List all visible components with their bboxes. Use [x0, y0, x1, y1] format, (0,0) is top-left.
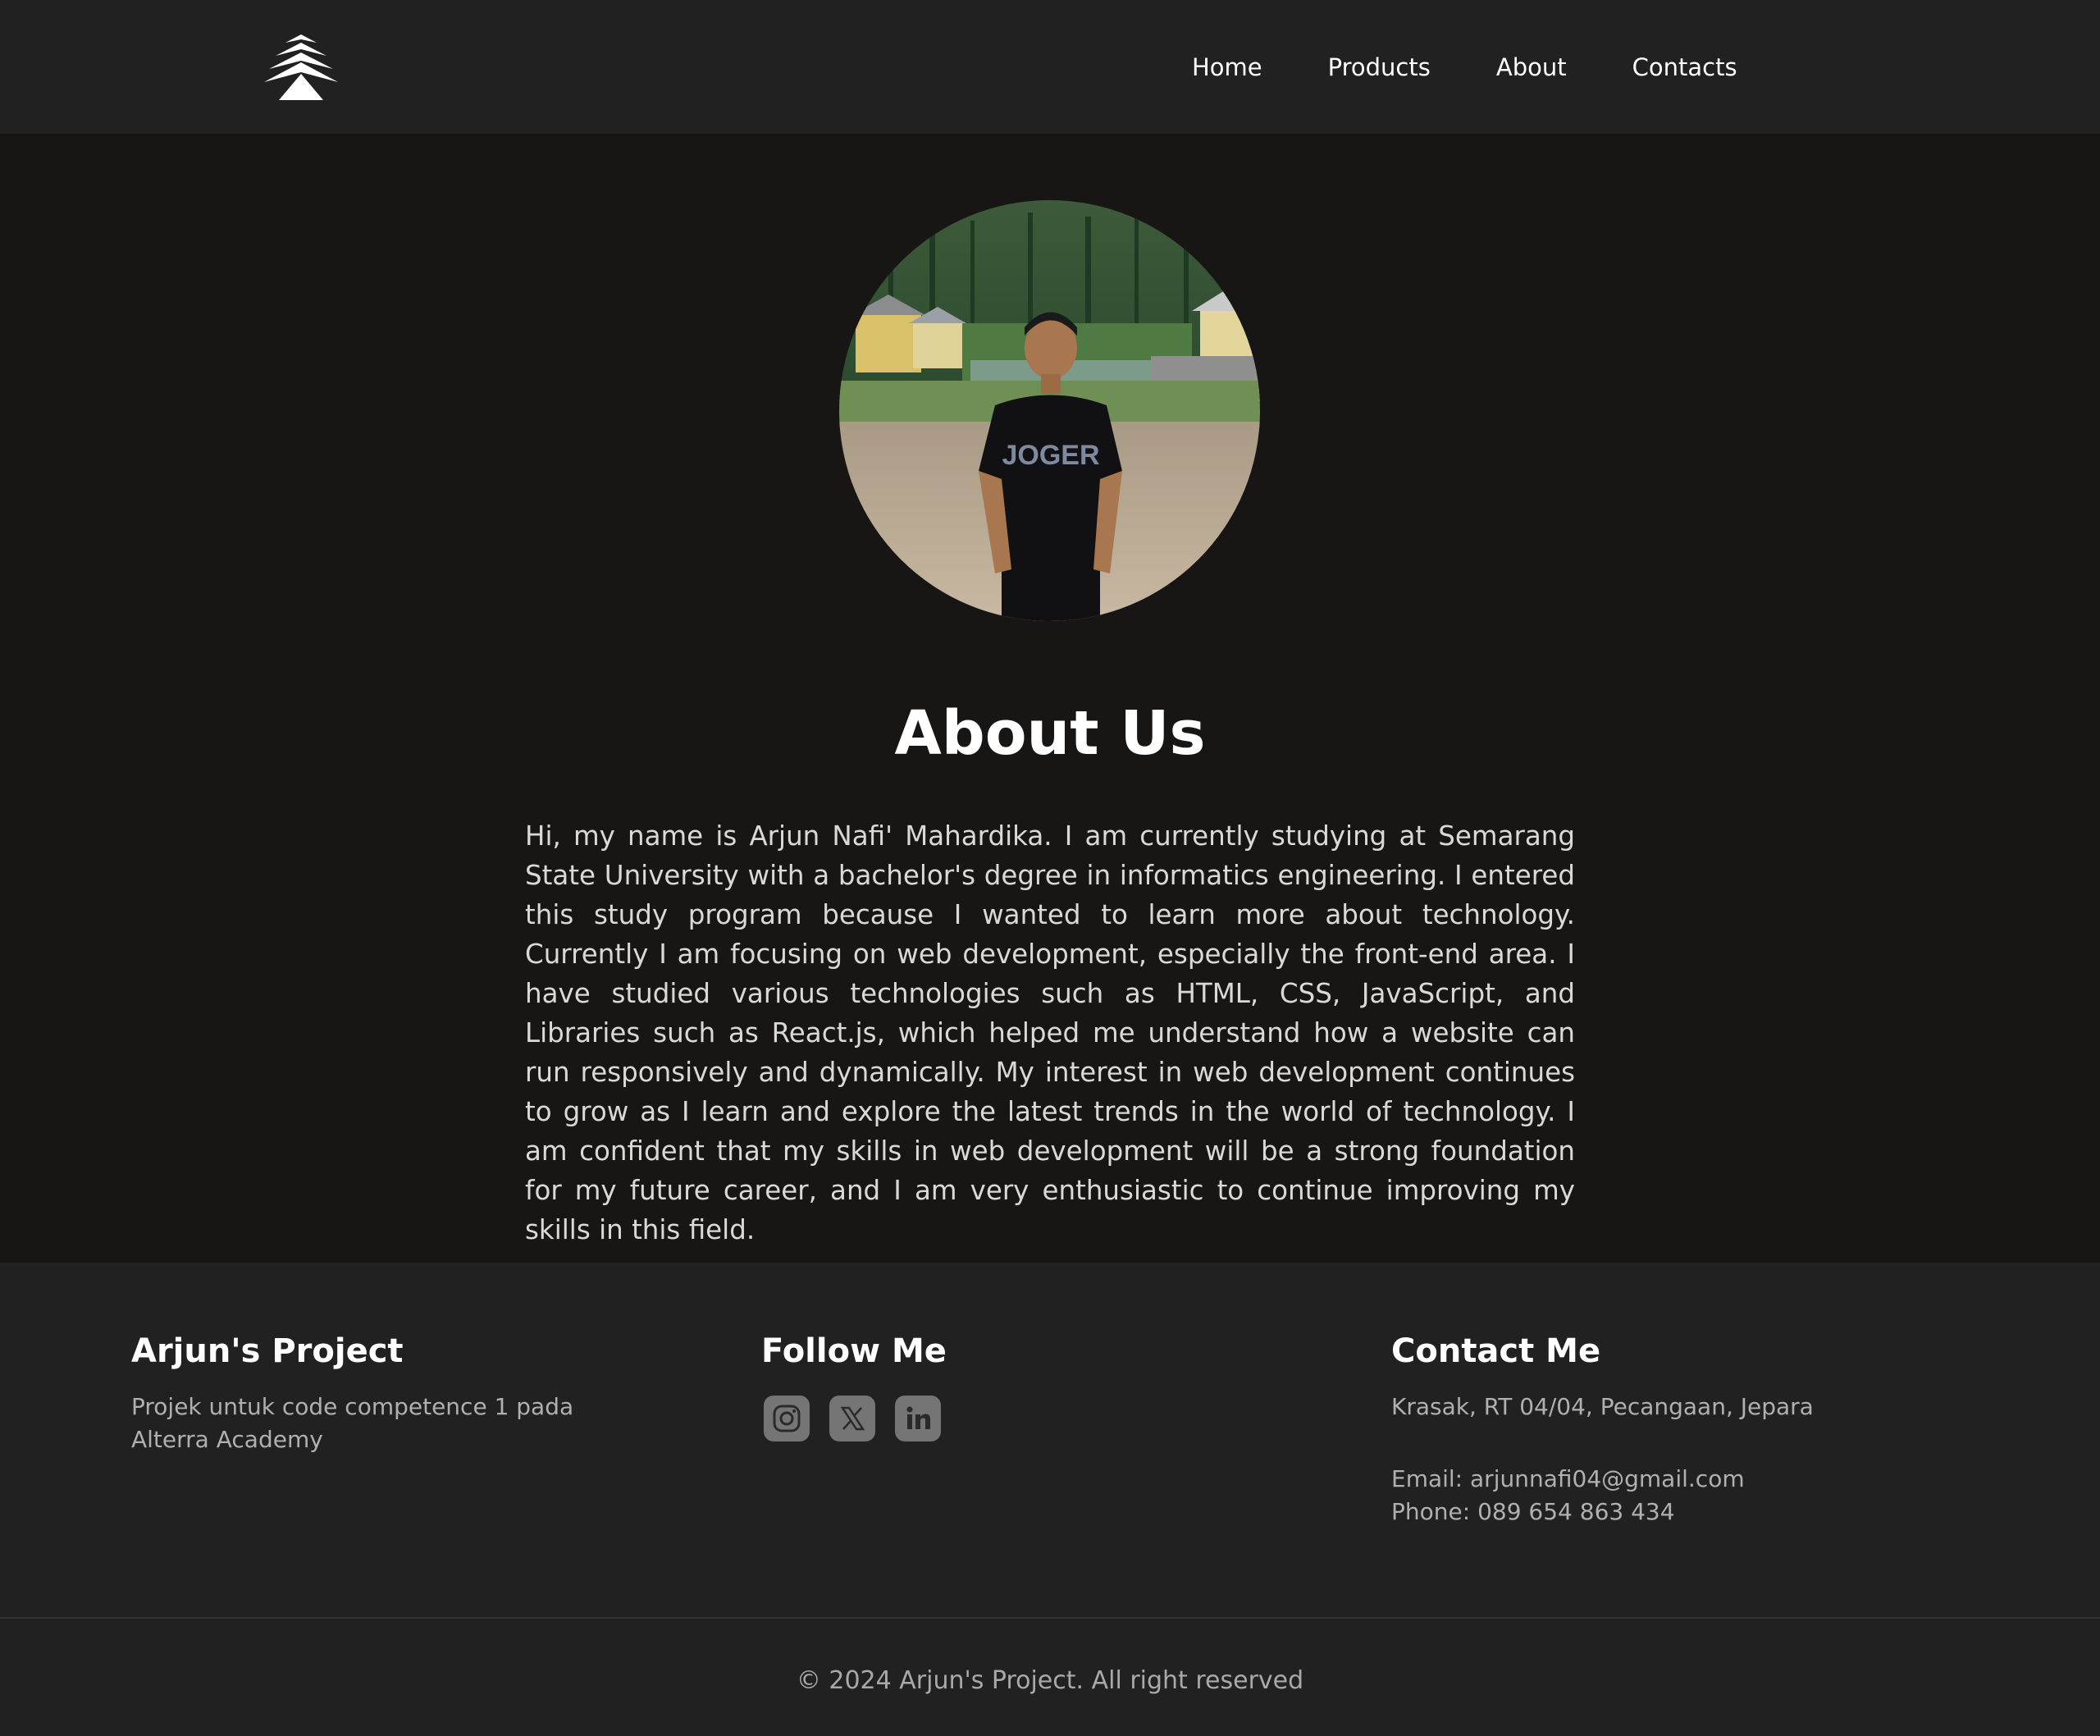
footer-follow-column: Follow Me [761, 1327, 1171, 1441]
nav-contacts-link[interactable]: Contacts [1632, 49, 1737, 85]
x-twitter-icon[interactable] [829, 1396, 875, 1441]
nav-about-link[interactable]: About [1496, 49, 1567, 85]
footer-follow-title: Follow Me [761, 1332, 947, 1370]
social-links [764, 1396, 1171, 1441]
about-description: Hi, my name is Arjun Nafi' Mahardika. I … [525, 820, 1575, 1245]
footer-brand-title: Arjun's Project [131, 1332, 404, 1370]
profile-photo: JOGER [839, 200, 1260, 621]
nav-products-link[interactable]: Products [1328, 49, 1431, 85]
about-section: JOGER About Us Hi, my name is Arjun Nafi… [0, 134, 2100, 1263]
contact-email[interactable]: Email: arjunnafi04@gmail.com [1391, 1463, 1965, 1496]
footer: Arjun's Project Projek untuk code compet… [0, 1263, 2100, 1736]
footer-contact-column: Contact Me Krasak, RT 04/04, Pecangaan, … [1391, 1327, 1965, 1528]
page-title: About Us [894, 698, 1206, 769]
linkedin-icon[interactable] [895, 1396, 941, 1441]
photo-shirt-text: JOGER [1002, 440, 1099, 471]
nav-home-link[interactable]: Home [1192, 49, 1262, 85]
footer-brand-column: Arjun's Project Projek untuk code compet… [131, 1327, 656, 1456]
copyright-text: © 2024 Arjun's Project. All right reserv… [796, 1666, 1304, 1695]
footer-contact-title: Contact Me [1391, 1332, 1601, 1370]
navbar: Home Products About Contacts [0, 0, 2100, 134]
contact-details: Email: arjunnafi04@gmail.com Phone: 089 … [1391, 1463, 1965, 1528]
pine-tree-logo-icon[interactable] [261, 33, 341, 102]
contact-phone[interactable]: Phone: 089 654 863 434 [1391, 1496, 1965, 1528]
main-nav: Home Products About Contacts [1192, 49, 1737, 85]
footer-divider [0, 1617, 2100, 1619]
instagram-icon[interactable] [764, 1396, 810, 1441]
footer-brand-description: Projek untuk code competence 1 pada Alte… [131, 1393, 574, 1453]
contact-address: Krasak, RT 04/04, Pecangaan, Jepara [1391, 1393, 1814, 1420]
